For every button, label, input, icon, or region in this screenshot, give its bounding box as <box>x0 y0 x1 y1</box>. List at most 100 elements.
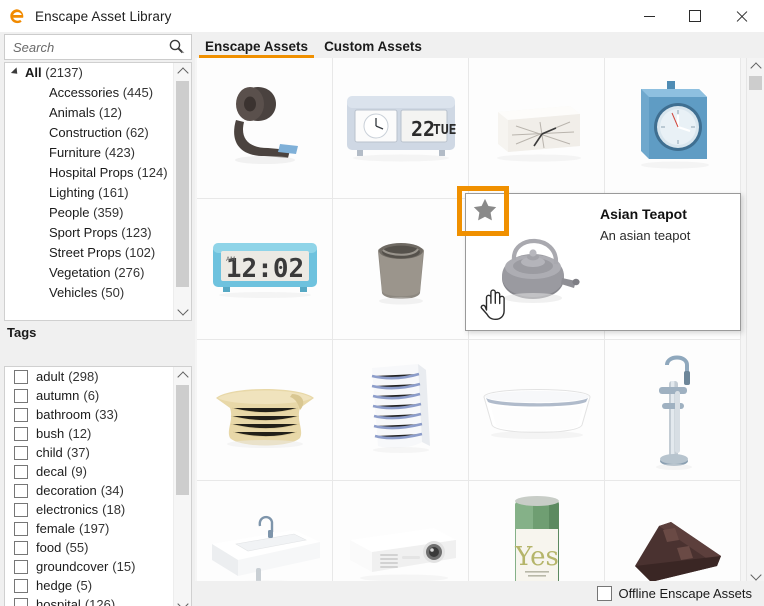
category-item-hospital-props[interactable]: Hospital Props (124) <box>5 163 173 183</box>
asset-grid-scrollbar[interactable] <box>746 58 764 585</box>
asset-cell-beverage-can[interactable]: Yes Yes <box>469 481 605 585</box>
tags-scroll-up-button[interactable] <box>174 367 191 384</box>
tag-item-adult[interactable]: adult (298) <box>5 367 173 386</box>
tag-count: (9) <box>71 464 87 479</box>
asset-cell-projector[interactable] <box>333 481 469 585</box>
tag-item-hospital[interactable]: hospital (126) <box>5 595 173 606</box>
category-scroll-down-button[interactable] <box>174 303 191 320</box>
category-scroll-up-button[interactable] <box>174 63 191 80</box>
category-scroll-thumb[interactable] <box>176 81 189 287</box>
tag-item-autumn[interactable]: autumn (6) <box>5 386 173 405</box>
category-count: (50) <box>101 285 125 300</box>
tab-enscape-assets[interactable]: Enscape Assets <box>199 39 315 58</box>
tag-label: autumn <box>36 388 80 403</box>
chevron-down-icon <box>749 569 762 581</box>
tag-count: (197) <box>79 521 110 536</box>
left-sidebar: All (2137)Accessories (445)Animals (12)C… <box>0 32 195 606</box>
category-tree[interactable]: All (2137) Accessories (445) Animals (12) C… <box>4 62 192 321</box>
favorite-star-button[interactable] <box>466 194 504 230</box>
tag-item-bush[interactable]: bush (12) <box>5 424 173 443</box>
tag-item-decal[interactable]: decal (9) <box>5 462 173 481</box>
checkbox-box <box>596 586 612 601</box>
category-item-animals[interactable]: Animals (12) <box>5 103 173 123</box>
category-item-lighting[interactable]: Lighting (161) <box>5 183 173 203</box>
category-item-construction[interactable]: Construction (62) <box>5 123 173 143</box>
tag-item-female[interactable]: female (197) <box>5 519 173 538</box>
asset-cell-flip-clock[interactable]: 22 TUE 22 TUE <box>333 58 469 199</box>
tab-custom-assets[interactable]: Custom Assets <box>318 39 428 58</box>
category-item-street-props[interactable]: Street Props (102) <box>5 243 173 263</box>
tag-checkbox[interactable] <box>14 426 28 441</box>
grid-scroll-up-button[interactable] <box>747 58 764 75</box>
minimize-button[interactable] <box>626 0 672 32</box>
hover-card-info: Asian Teapot An asian teapot <box>600 194 740 330</box>
chevron-up-icon <box>176 67 189 79</box>
tag-item-hedge[interactable]: hedge (5) <box>5 576 173 595</box>
asset-cell-striped-towel[interactable] <box>333 340 469 481</box>
category-item-vehicles[interactable]: Vehicles (50) <box>5 283 173 303</box>
tags-list[interactable]: adult (298) autumn (6) bathroom (33) bush (12) c… <box>4 366 192 606</box>
asset-cell-washbasin[interactable] <box>197 481 333 585</box>
asset-cell-digital-clock[interactable]: 12:02 AM 12:02 <box>197 199 333 340</box>
svg-text:TUE: TUE <box>433 123 456 138</box>
close-button[interactable] <box>718 0 764 32</box>
tag-checkbox[interactable] <box>14 502 28 517</box>
maximize-button[interactable] <box>672 0 718 32</box>
tag-checkbox[interactable] <box>14 521 28 536</box>
tag-checkbox[interactable] <box>14 388 28 403</box>
tags-scroll-thumb[interactable] <box>176 385 189 495</box>
tag-item-groundcover[interactable]: groundcover (15) <box>5 557 173 576</box>
tag-count: (298) <box>68 369 99 384</box>
tag-checkbox[interactable] <box>14 445 28 460</box>
tag-checkbox[interactable] <box>14 597 28 606</box>
tags-scroll-down-button[interactable] <box>174 597 191 606</box>
asset-cell-tape-dispenser[interactable] <box>197 58 333 199</box>
grid-scroll-thumb[interactable] <box>749 76 762 90</box>
svg-text:22: 22 <box>411 117 435 141</box>
search-box[interactable] <box>4 34 192 60</box>
tags-scrollbar[interactable] <box>173 367 191 606</box>
offline-assets-checkbox[interactable]: Offline Enscape Assets <box>596 586 752 601</box>
tag-count: (6) <box>83 388 100 403</box>
tag-checkbox[interactable] <box>14 464 28 479</box>
category-count: (12) <box>98 105 122 120</box>
tag-item-electronics[interactable]: electronics (18) <box>5 500 173 519</box>
search-input[interactable] <box>11 38 159 56</box>
category-item-people[interactable]: People (359) <box>5 203 173 223</box>
tag-checkbox[interactable] <box>14 407 28 422</box>
expand-triangle-icon[interactable] <box>10 67 21 77</box>
search-icon[interactable] <box>168 38 185 55</box>
asset-cell-vacuum-nozzle[interactable] <box>605 481 741 585</box>
category-item-sport-props[interactable]: Sport Props (123) <box>5 223 173 243</box>
asset-cell-floor-mounted-faucet[interactable] <box>605 340 741 481</box>
category-label: Sport Props <box>49 225 118 240</box>
category-item-vegetation[interactable]: Vegetation (276) <box>5 263 173 283</box>
tag-item-bathroom[interactable]: bathroom (33) <box>5 405 173 424</box>
tag-checkbox[interactable] <box>14 559 28 574</box>
chevron-up-icon <box>749 62 762 74</box>
tag-count: (33) <box>94 407 119 422</box>
asset-cell-metal-cup[interactable] <box>333 199 469 340</box>
asset-cell-woven-basket[interactable] <box>197 340 333 481</box>
tag-checkbox[interactable] <box>14 578 28 593</box>
category-count: (124) <box>137 165 168 180</box>
tag-checkbox[interactable] <box>14 540 28 555</box>
category-label: Lighting <box>49 185 95 200</box>
chevron-up-icon <box>176 371 189 383</box>
tag-item-decoration[interactable]: decoration (34) <box>5 481 173 500</box>
category-item-all[interactable]: All (2137) <box>5 63 173 83</box>
category-label: All <box>25 65 42 80</box>
tag-item-food[interactable]: food (55) <box>5 538 173 557</box>
asset-cell-mantel-clock[interactable] <box>469 58 605 199</box>
svg-text:AM: AM <box>226 256 235 263</box>
category-label: Animals <box>49 105 96 120</box>
category-scrollbar[interactable] <box>173 63 191 320</box>
tag-item-child[interactable]: child (37) <box>5 443 173 462</box>
tag-checkbox[interactable] <box>14 483 28 498</box>
tag-checkbox[interactable] <box>14 369 28 384</box>
asset-cell-blue-alarm-clock[interactable] <box>605 58 741 199</box>
asset-cell-bathtub[interactable] <box>469 340 605 481</box>
hover-card-title: Asian Teapot <box>600 206 687 222</box>
category-item-furniture[interactable]: Furniture (423) <box>5 143 173 163</box>
category-item-accessories[interactable]: Accessories (445) <box>5 83 173 103</box>
